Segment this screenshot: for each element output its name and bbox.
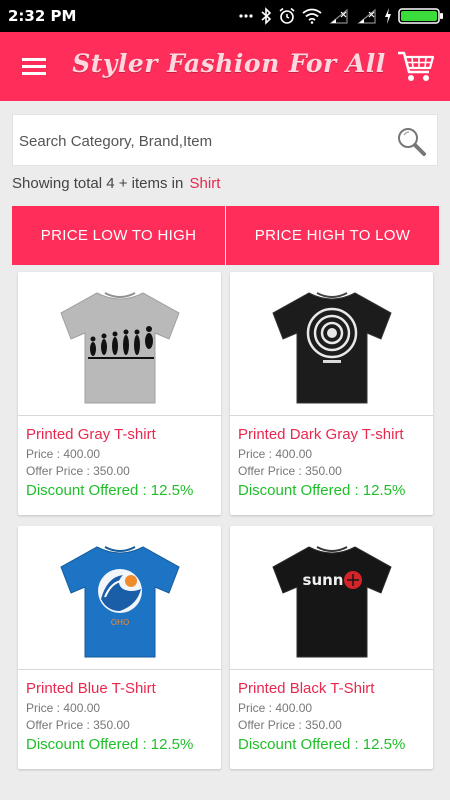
gray-tshirt-image — [59, 291, 180, 403]
product-price: Price : 400.00 — [238, 701, 313, 715]
product-offer-price: Offer Price : 350.00 — [238, 464, 342, 478]
status-time: 2:32 PM — [8, 7, 77, 25]
product-image — [230, 272, 433, 416]
cart-button[interactable] — [396, 48, 436, 84]
product-discount: Discount Offered : 12.5% — [26, 736, 194, 753]
product-card[interactable]: sunn Printed Black T-Shirt Price : 400.0… — [230, 526, 433, 769]
product-discount: Discount Offered : 12.5% — [238, 482, 406, 499]
svg-text:OHO: OHO — [110, 618, 129, 627]
sort-price-low-to-high-button[interactable]: PRICE LOW TO HIGH — [12, 206, 225, 265]
product-card[interactable]: OHO Printed Blue T-Shirt Price : 400.00 … — [18, 526, 221, 769]
hamburger-icon — [22, 58, 46, 75]
product-discount: Discount Offered : 12.5% — [26, 482, 194, 499]
product-price: Price : 400.00 — [26, 447, 101, 461]
product-price: Price : 400.00 — [238, 447, 313, 461]
battery-icon — [398, 7, 444, 25]
charging-icon — [384, 8, 392, 24]
result-category: Shirt — [189, 175, 221, 192]
product-name[interactable]: Printed Dark Gray T-shirt — [238, 426, 404, 443]
bluetooth-icon — [260, 7, 272, 25]
dark-gray-tshirt-image — [271, 291, 392, 403]
sort-high-label: PRICE HIGH TO LOW — [254, 227, 411, 244]
result-summary: Showing total 4 + items in Shirt — [12, 175, 220, 192]
product-price: Price : 400.00 — [26, 701, 101, 715]
product-name[interactable]: Printed Gray T-shirt — [26, 426, 156, 443]
black-tshirt-image: sunn — [271, 545, 392, 657]
product-discount: Discount Offered : 12.5% — [238, 736, 406, 753]
shopping-cart-icon — [398, 51, 435, 81]
wifi-icon — [302, 8, 322, 24]
signal-icon-1 — [328, 8, 350, 24]
menu-button[interactable] — [18, 52, 52, 82]
product-card[interactable]: Printed Dark Gray T-shirt Price : 400.00… — [230, 272, 433, 515]
product-offer-price: Offer Price : 350.00 — [238, 718, 342, 732]
result-count-text: Showing total 4 + items in — [12, 175, 184, 192]
product-image: OHO — [18, 526, 221, 670]
search-input[interactable] — [19, 127, 389, 155]
alarm-icon — [278, 7, 296, 25]
blue-tshirt-image: OHO — [59, 545, 180, 657]
app-bar: Styler Fashion For All — [0, 32, 450, 101]
search-box — [12, 114, 438, 166]
product-card[interactable]: Printed Gray T-shirt Price : 400.00 Offe… — [18, 272, 221, 515]
product-name[interactable]: Printed Black T-Shirt — [238, 680, 374, 697]
status-bar: 2:32 PM — [0, 0, 450, 32]
product-name[interactable]: Printed Blue T-Shirt — [26, 680, 156, 697]
search-button[interactable] — [395, 125, 427, 157]
product-image: sunn — [230, 526, 433, 670]
product-image — [18, 272, 221, 416]
product-offer-price: Offer Price : 350.00 — [26, 718, 130, 732]
search-icon — [398, 128, 426, 156]
app-title: Styler Fashion For All — [72, 49, 386, 78]
status-icons — [238, 5, 444, 27]
product-offer-price: Offer Price : 350.00 — [26, 464, 130, 478]
sort-low-label: PRICE LOW TO HIGH — [40, 227, 197, 244]
sort-price-high-to-low-button[interactable]: PRICE HIGH TO LOW — [226, 206, 439, 265]
svg-text:sunn: sunn — [302, 571, 343, 589]
dots-icon — [238, 9, 254, 23]
signal-icon-2 — [356, 8, 378, 24]
